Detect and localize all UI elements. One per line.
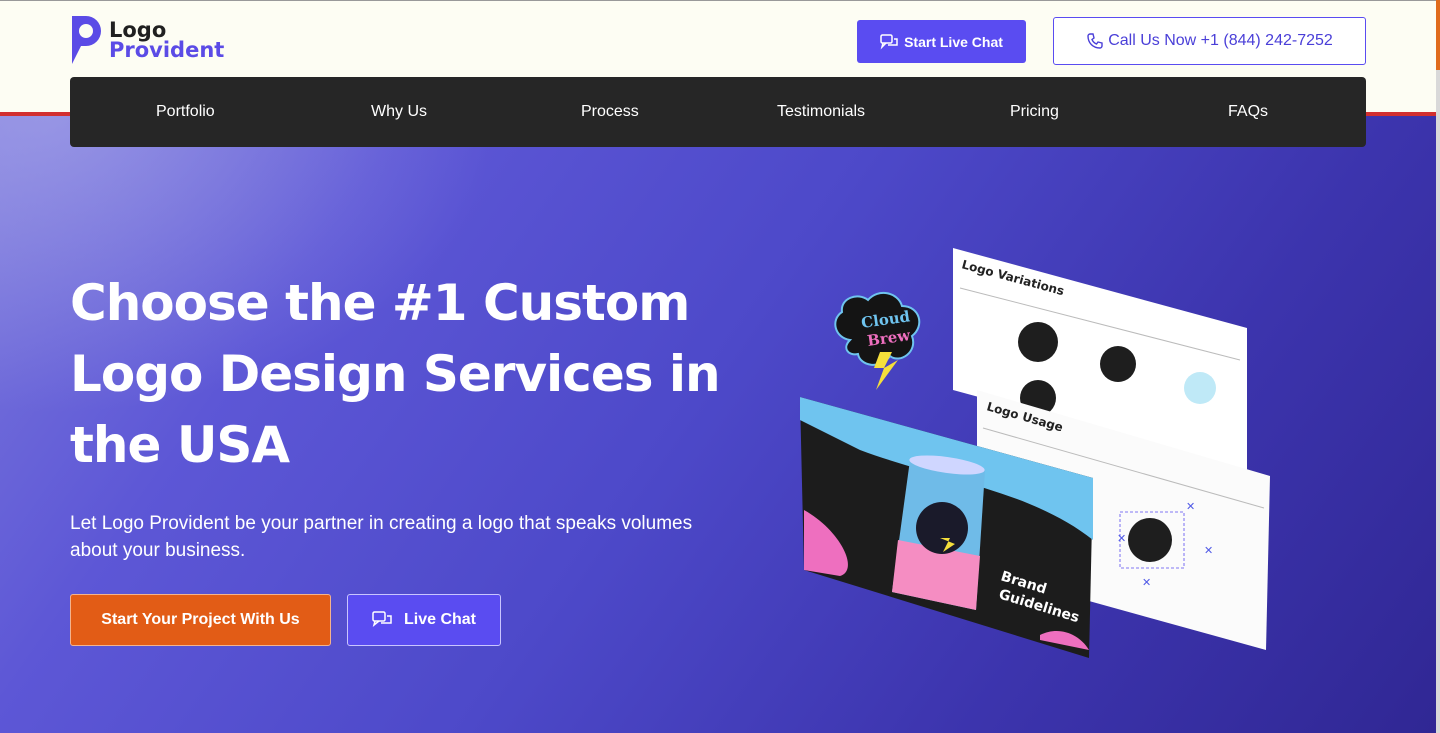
- svg-text:✕: ✕: [1117, 533, 1126, 545]
- start-project-label: Start Your Project With Us: [101, 611, 300, 628]
- logo-wordmark: Logo Provident: [109, 14, 225, 62]
- svg-text:✕: ✕: [1204, 545, 1213, 557]
- brand-logo[interactable]: Logo Provident: [69, 14, 229, 66]
- chat-bubbles-icon: [372, 611, 392, 627]
- hero-headline: Choose the #1 Custom Logo Design Service…: [70, 274, 721, 474]
- phone-icon: [1087, 33, 1103, 49]
- start-live-chat-label: Start Live Chat: [904, 33, 1003, 50]
- logo-line1: Logo: [109, 18, 167, 42]
- live-chat-button[interactable]: Live Chat: [347, 594, 501, 646]
- call-us-label: Call Us Now +1 (844) 242-7252: [1108, 32, 1333, 49]
- cloud-brew-sticker: Cloud Brew: [834, 291, 921, 390]
- nav-item-process[interactable]: Process: [581, 103, 639, 121]
- live-chat-label: Live Chat: [403, 611, 476, 628]
- svg-text:✕: ✕: [1142, 577, 1151, 589]
- svg-text:✕: ✕: [1186, 501, 1195, 513]
- nav-item-why-us[interactable]: Why Us: [371, 103, 427, 121]
- logo-mark-icon: [72, 16, 101, 64]
- scrollbar-track[interactable]: [1436, 0, 1440, 733]
- chat-bubbles-icon: [880, 33, 898, 49]
- brand-guidelines-illustration: Logo Variations Logo Usage ✕ ✕ ✕ ✕ Brand…: [800, 248, 1270, 658]
- nav-item-pricing[interactable]: Pricing: [1010, 103, 1059, 121]
- nav-item-testimonials[interactable]: Testimonials: [777, 103, 865, 121]
- hero-subtext: Let Logo Provident be your partner in cr…: [70, 513, 693, 561]
- scrollbar-thumb[interactable]: [1436, 0, 1440, 70]
- main-nav: Portfolio Why Us Process Testimonials Pr…: [70, 77, 1366, 147]
- call-us-button[interactable]: Call Us Now +1 (844) 242-7252: [1053, 17, 1366, 65]
- start-live-chat-button[interactable]: Start Live Chat: [857, 20, 1026, 63]
- start-project-button[interactable]: Start Your Project With Us: [70, 594, 331, 646]
- nav-item-portfolio[interactable]: Portfolio: [156, 103, 215, 121]
- logo-line2: Provident: [109, 38, 225, 62]
- nav-item-faqs[interactable]: FAQs: [1228, 103, 1268, 121]
